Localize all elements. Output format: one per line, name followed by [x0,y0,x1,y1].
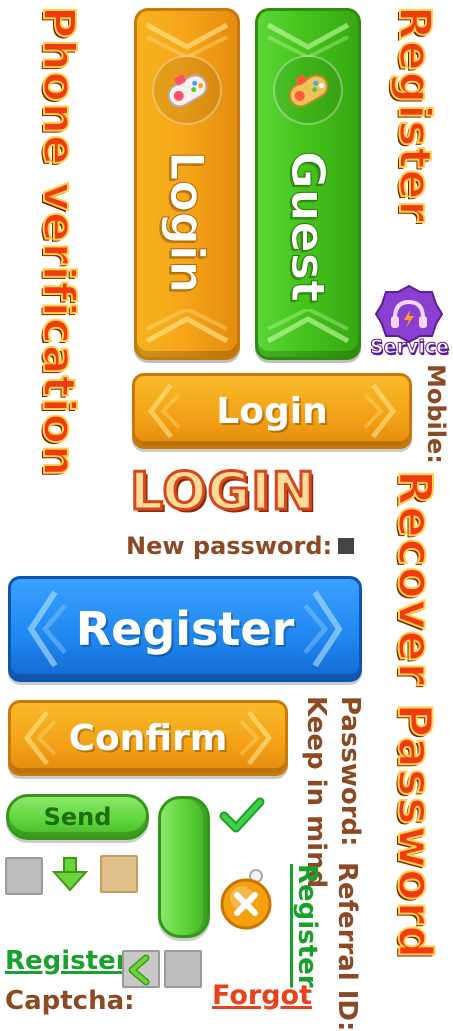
new-password-label: New password: [126,532,355,560]
login-button[interactable]: Login [132,373,412,449]
register-link[interactable]: Register [5,946,129,976]
password-label: Password: [335,696,365,847]
back-arrow-icon [128,954,150,986]
confirm-button[interactable]: Confirm [8,700,288,776]
confirm-button-label: Confirm [68,717,228,759]
tall-login-button[interactable]: Login [134,8,240,360]
tall-guest-button[interactable]: Guest [255,8,361,360]
keep-in-mind-label: Keep in mind [301,696,331,889]
tall-login-label: Login [160,150,215,294]
referral-id-label: Referral ID: [332,862,362,1031]
headset-icon [374,284,444,344]
checkbox-tan[interactable] [100,855,138,893]
service-label: Service [370,336,450,359]
register-link-vertical[interactable]: Register [292,864,322,988]
check-icon [218,796,266,840]
close-icon[interactable] [216,862,278,936]
captcha-label: Captcha: [5,986,135,1016]
checkbox-empty-2[interactable] [164,950,202,988]
service-button[interactable]: Service [370,284,450,362]
checkbox-empty[interactable] [5,857,43,895]
small-square [338,538,355,554]
phone-verification-title: Phone verification [32,5,85,478]
login-button-label: Login [216,390,328,432]
mobile-label: Mobile: [422,364,450,464]
gamepad-icon [273,55,343,125]
send-button[interactable]: Send [6,794,149,840]
forgot-link[interactable]: Forgot [212,980,312,1011]
tall-guest-label: Guest [281,150,336,303]
register-button[interactable]: Register [8,576,362,682]
send-button-label: Send [43,803,112,831]
vertical-green-slider[interactable] [158,796,210,938]
gamepad-icon [152,55,222,125]
new-password-text: New password: [126,532,333,560]
register-button-label: Register [75,602,295,656]
register-title: Register [388,5,441,224]
login-logo: LOGIN [128,461,317,524]
back-arrow-button[interactable] [122,950,160,988]
recover-password-title: Recover Password [387,469,443,960]
down-arrow-icon[interactable] [50,854,90,898]
